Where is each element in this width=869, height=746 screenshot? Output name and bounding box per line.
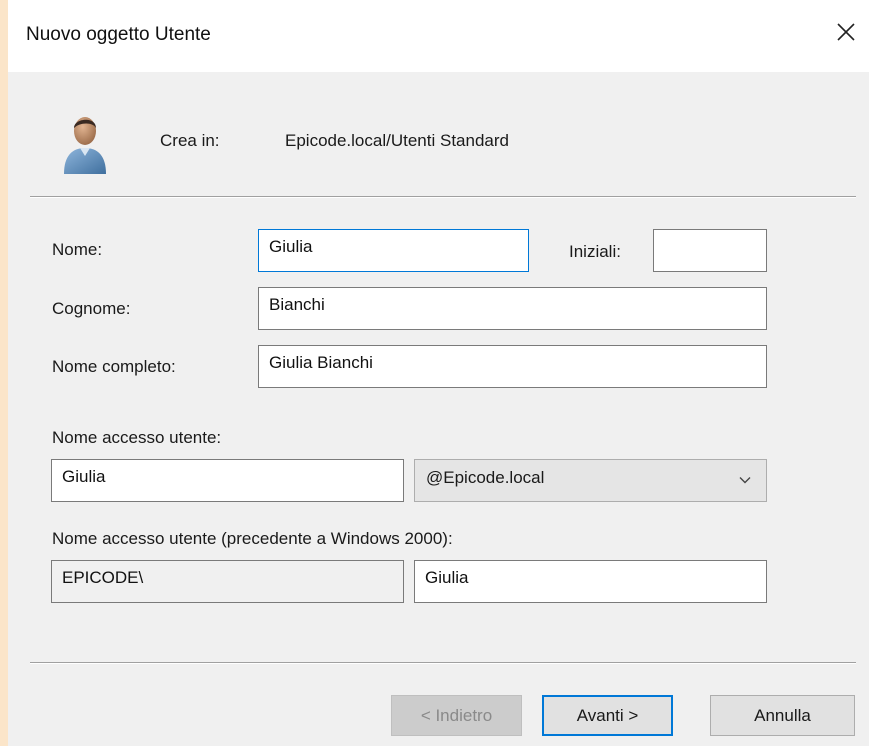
chevron-down-icon <box>739 477 751 484</box>
first-name-input[interactable]: Giulia <box>258 229 529 272</box>
back-button[interactable]: < Indietro <box>391 695 522 736</box>
separator-bottom <box>30 662 856 664</box>
close-icon[interactable] <box>834 20 858 44</box>
initials-input[interactable] <box>653 229 767 272</box>
full-name-input[interactable]: Giulia Bianchi <box>258 345 767 388</box>
user-icon <box>60 112 110 176</box>
window-title: Nuovo oggetto Utente <box>26 24 211 45</box>
separator-top <box>30 196 856 198</box>
pre2000-domain-field: EPICODE\ <box>51 560 404 603</box>
cancel-button[interactable]: Annulla <box>710 695 855 736</box>
last-name-label: Cognome: <box>52 299 131 318</box>
new-user-dialog: Nuovo oggetto Utente Crea in: Epicode.lo… <box>8 0 869 746</box>
first-name-label: Nome: <box>52 240 103 259</box>
initials-label: Iniziali: <box>569 242 621 261</box>
logon-name-input[interactable]: Giulia <box>51 459 404 502</box>
domain-select[interactable]: @Epicode.local <box>414 459 767 502</box>
next-button[interactable]: Avanti > <box>542 695 673 736</box>
create-in-path: Epicode.local/Utenti Standard <box>285 131 509 150</box>
full-name-label: Nome completo: <box>52 357 176 376</box>
logon-name-label: Nome accesso utente: <box>52 428 222 447</box>
domain-select-value: @Epicode.local <box>426 468 545 487</box>
title-bar: Nuovo oggetto Utente <box>8 0 869 72</box>
pre2000-logon-label: Nome accesso utente (precedente a Window… <box>52 529 453 548</box>
pre2000-logon-input[interactable]: Giulia <box>414 560 767 603</box>
create-in-label: Crea in: <box>160 131 220 150</box>
last-name-input[interactable]: Bianchi <box>258 287 767 330</box>
